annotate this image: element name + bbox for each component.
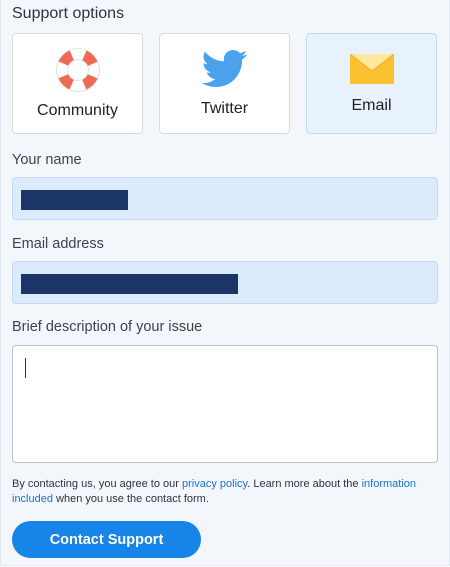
community-label: Community — [37, 102, 118, 119]
twitter-label: Twitter — [200, 100, 249, 117]
redacted-email-value — [21, 274, 238, 294]
lifebuoy-icon — [55, 47, 101, 98]
twitter-bird-icon — [201, 49, 248, 94]
name-field[interactable] — [12, 177, 438, 220]
support-option-community[interactable]: Community — [12, 33, 143, 134]
support-options-title: Support options — [12, 5, 125, 22]
disclaimer-part2: . Learn more about the — [247, 478, 362, 490]
name-field-label: Your name — [12, 152, 82, 168]
description-field-label: Brief description of your issue — [12, 319, 203, 335]
email-field[interactable] — [12, 261, 438, 304]
envelope-icon — [349, 53, 394, 89]
disclaimer-part1: By contacting us, you agree to our — [12, 478, 182, 490]
support-option-twitter[interactable]: Twitter — [159, 33, 290, 134]
email-label: Email — [351, 97, 392, 114]
support-option-email[interactable]: Email — [306, 33, 437, 134]
text-caret — [25, 358, 26, 378]
support-panel: Support options Community Twitter Email … — [0, 0, 450, 566]
privacy-policy-link[interactable]: privacy policy — [182, 478, 247, 490]
disclaimer-text: By contacting us, you agree to our priva… — [12, 477, 442, 507]
email-field-label: Email address — [12, 236, 104, 252]
contact-support-button[interactable]: Contact Support — [12, 521, 201, 558]
description-textarea[interactable] — [12, 345, 438, 463]
disclaimer-part3: when you use the contact form. — [52, 493, 209, 505]
redacted-name-value — [21, 190, 128, 210]
